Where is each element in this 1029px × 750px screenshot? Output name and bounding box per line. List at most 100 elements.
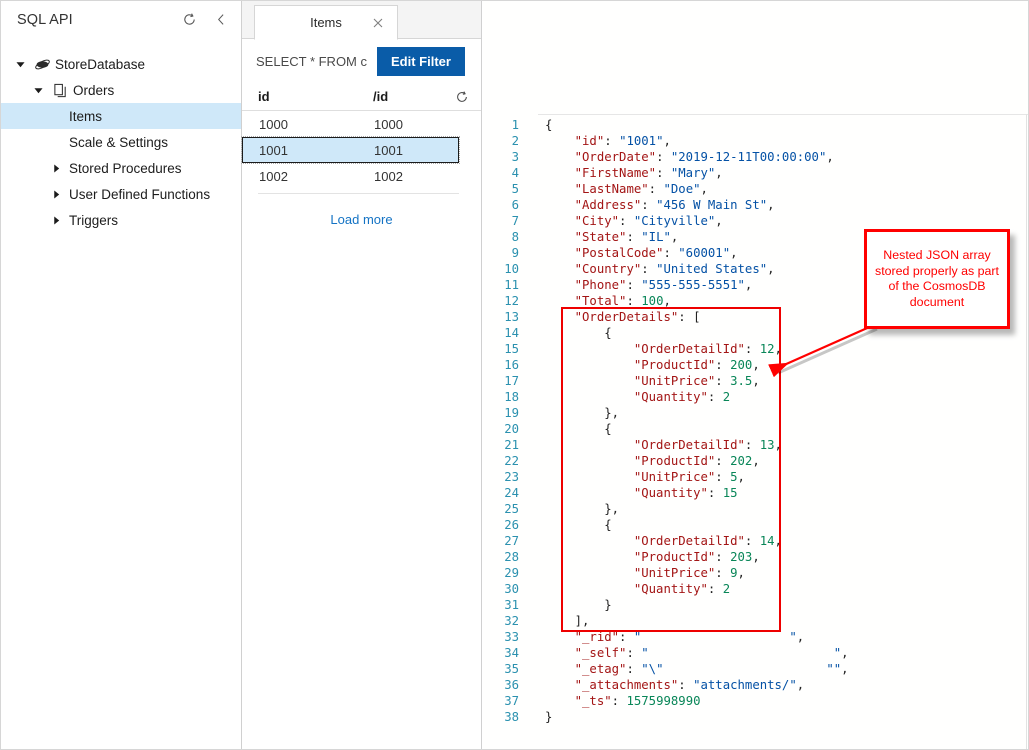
token-k: "OrderDetailId" [634, 534, 745, 548]
sidebar-item-orders[interactable]: Orders [1, 77, 241, 103]
code-line[interactable]: 32 ], [483, 613, 849, 629]
code-line[interactable]: 21 "OrderDetailId": 13, [483, 437, 849, 453]
chevron-down-icon[interactable] [27, 86, 49, 95]
json-code-lines[interactable]: 1{2 "id": "1001",3 "OrderDate": "2019-12… [483, 117, 849, 725]
token-s: "555-555-5551" [641, 278, 745, 292]
sidebar-item-label: Triggers [67, 213, 118, 228]
cell-id: 1002 [259, 169, 374, 184]
line-number: 29 [483, 565, 523, 581]
code-text: "ProductId": 203, [545, 549, 760, 565]
code-line[interactable]: 12 "Total": 100, [483, 293, 849, 309]
token-p [545, 342, 634, 356]
code-line[interactable]: 2 "id": "1001", [483, 133, 849, 149]
edit-filter-button[interactable]: Edit Filter [377, 47, 465, 76]
token-p: , [767, 198, 774, 212]
line-number: 27 [483, 533, 523, 549]
sidebar-item-storedatabase[interactable]: StoreDatabase [1, 51, 241, 77]
code-line[interactable]: 13 "OrderDetails": [ [483, 309, 849, 325]
code-line[interactable]: 31 } [483, 597, 849, 613]
code-line[interactable]: 23 "UnitPrice": 5, [483, 469, 849, 485]
code-line[interactable]: 9 "PostalCode": "60001", [483, 245, 849, 261]
refresh-icon[interactable] [179, 9, 199, 29]
table-row[interactable]: 10021002 [242, 163, 459, 189]
gutter-spacer [523, 501, 545, 517]
code-line[interactable]: 26 { [483, 517, 849, 533]
code-line[interactable]: 4 "FirstName": "Mary", [483, 165, 849, 181]
token-p [545, 358, 634, 372]
chevron-right-icon[interactable] [45, 190, 67, 199]
gutter-spacer [523, 309, 545, 325]
chevron-down-icon[interactable] [9, 60, 31, 69]
token-p: : [745, 438, 760, 452]
line-number: 37 [483, 693, 523, 709]
code-line[interactable]: 29 "UnitPrice": 9, [483, 565, 849, 581]
code-text: }, [545, 405, 619, 421]
code-line[interactable]: 8 "State": "IL", [483, 229, 849, 245]
token-p: , [730, 246, 737, 260]
code-line[interactable]: 35 "_etag": "\" "", [483, 661, 849, 677]
code-line[interactable]: 19 }, [483, 405, 849, 421]
sidebar-item-scale-settings[interactable]: Scale & Settings [1, 129, 241, 155]
code-line[interactable]: 38} [483, 709, 849, 725]
code-line[interactable]: 3 "OrderDate": "2019-12-11T00:00:00", [483, 149, 849, 165]
gutter-spacer [523, 293, 545, 309]
code-line[interactable]: 15 "OrderDetailId": 12, [483, 341, 849, 357]
chevron-right-icon[interactable] [45, 216, 67, 225]
token-p: , [715, 214, 722, 228]
code-line[interactable]: 36 "_attachments": "attachments/", [483, 677, 849, 693]
code-line[interactable]: 16 "ProductId": 200, [483, 357, 849, 373]
code-line[interactable]: 28 "ProductId": 203, [483, 549, 849, 565]
token-p [545, 294, 575, 308]
gutter-spacer [523, 677, 545, 693]
chevron-right-icon[interactable] [45, 164, 67, 173]
token-p [545, 534, 634, 548]
tab-items[interactable]: Items [254, 5, 398, 40]
code-line[interactable]: 14 { [483, 325, 849, 341]
token-k: "Quantity" [634, 486, 708, 500]
token-p [545, 694, 575, 708]
sidebar-item-stored-procedures[interactable]: Stored Procedures [1, 155, 241, 181]
code-line[interactable]: 5 "LastName": "Doe", [483, 181, 849, 197]
code-line[interactable]: 17 "UnitPrice": 3.5, [483, 373, 849, 389]
code-line[interactable]: 33 "_rid": " ", [483, 629, 849, 645]
load-more-link[interactable]: Load more [242, 212, 481, 227]
code-line[interactable]: 7 "City": "Cityville", [483, 213, 849, 229]
code-line[interactable]: 34 "_self": " ", [483, 645, 849, 661]
token-p [545, 134, 575, 148]
code-line[interactable]: 24 "Quantity": 15 [483, 485, 849, 501]
code-line[interactable]: 6 "Address": "456 W Main St", [483, 197, 849, 213]
items-panel: Items SELECT * FROM c Edit Filter id /id [242, 1, 482, 750]
code-line[interactable]: 30 "Quantity": 2 [483, 581, 849, 597]
code-line[interactable]: 22 "ProductId": 202, [483, 453, 849, 469]
code-text: { [545, 517, 612, 533]
table-row[interactable]: 10011001 [242, 137, 459, 163]
code-line[interactable]: 27 "OrderDetailId": 14, [483, 533, 849, 549]
grid-refresh-icon[interactable] [453, 88, 471, 106]
token-p [545, 486, 634, 500]
close-icon[interactable] [371, 16, 385, 30]
code-line[interactable]: 20 { [483, 421, 849, 437]
token-p: { [545, 518, 612, 532]
code-line[interactable]: 1{ [483, 117, 849, 133]
code-line[interactable]: 11 "Phone": "555-555-5551", [483, 277, 849, 293]
sidebar-item-triggers[interactable]: Triggers [1, 207, 241, 233]
token-p: : [641, 262, 656, 276]
sidebar-item-items[interactable]: Items [1, 103, 241, 129]
collapse-chevron-left-icon[interactable] [211, 9, 231, 29]
sidebar-item-user-defined-functions[interactable]: User Defined Functions [1, 181, 241, 207]
code-line[interactable]: 10 "Country": "United States", [483, 261, 849, 277]
table-row[interactable]: 10001000 [242, 111, 459, 137]
token-k: "UnitPrice" [634, 566, 715, 580]
json-document-editor[interactable]: 1{2 "id": "1001",3 "OrderDate": "2019-12… [483, 1, 1029, 750]
gutter-spacer [523, 421, 545, 437]
code-line[interactable]: 18 "Quantity": 2 [483, 389, 849, 405]
line-number: 9 [483, 245, 523, 261]
token-p [545, 214, 575, 228]
token-s: "IL" [641, 230, 671, 244]
code-line[interactable]: 25 }, [483, 501, 849, 517]
code-text: "Quantity": 2 [545, 389, 730, 405]
code-line[interactable]: 37 "_ts": 1575998990 [483, 693, 849, 709]
line-number: 28 [483, 549, 523, 565]
line-number: 13 [483, 309, 523, 325]
token-p: , [701, 182, 708, 196]
